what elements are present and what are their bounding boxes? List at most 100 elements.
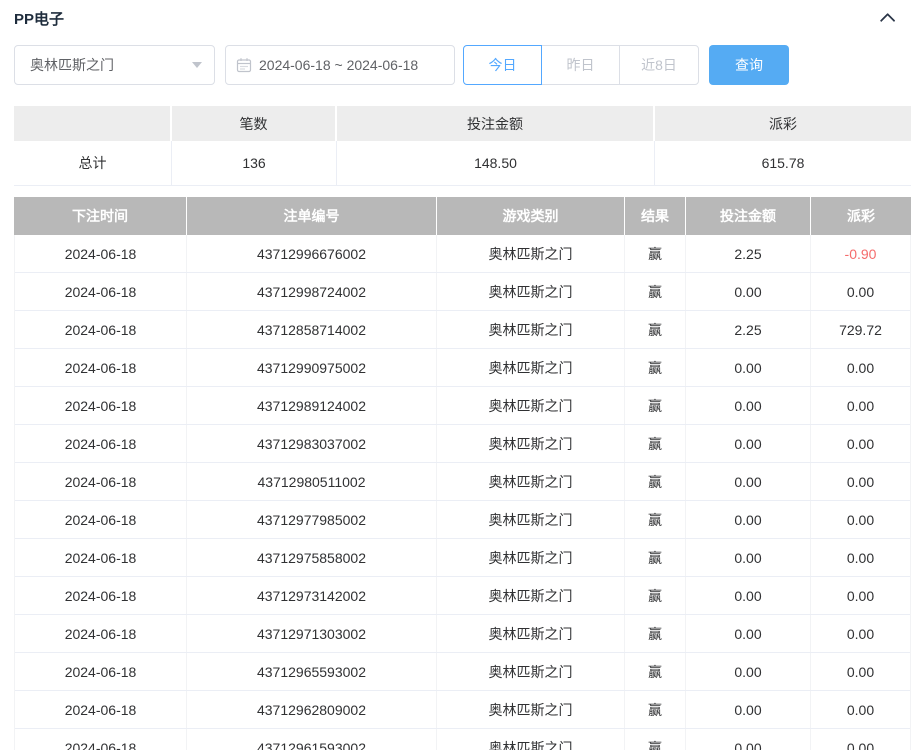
last-8-days-button[interactable]: 近8日 — [619, 45, 699, 85]
table-row: 2024-06-18 43712961593002 奥林匹斯之门 赢 0.00 … — [15, 729, 910, 750]
table-row: 2024-06-18 43712973142002 奥林匹斯之门 赢 0.00 … — [15, 577, 910, 615]
bet-amount-cell: 2.25 — [686, 235, 811, 272]
order-no-cell: 43712965593002 — [187, 653, 437, 690]
summary-total-label: 总计 — [14, 141, 172, 185]
order-no-cell: 43712858714002 — [187, 311, 437, 348]
calendar-icon — [236, 57, 252, 73]
yesterday-button[interactable]: 昨日 — [541, 45, 620, 85]
result-cell: 赢 — [625, 349, 686, 386]
bet-amount-cell: 0.00 — [686, 729, 811, 750]
bet-amount-cell: 0.00 — [686, 539, 811, 576]
order-no-cell: 43712975858002 — [187, 539, 437, 576]
bet-amount-cell: 2.25 — [686, 311, 811, 348]
summary-header-row: 笔数 投注金额 派彩 — [14, 106, 911, 141]
date-range-input[interactable]: 2024-06-18 ~ 2024-06-18 — [225, 45, 455, 85]
bet-time-cell: 2024-06-18 — [15, 653, 187, 690]
summary-payout-value: 615.78 — [655, 141, 911, 185]
date-range-value: 2024-06-18 ~ 2024-06-18 — [259, 57, 418, 73]
search-button[interactable]: 查询 — [709, 45, 789, 85]
game-type-cell: 奥林匹斯之门 — [437, 387, 625, 424]
payout-cell: 0.00 — [811, 387, 910, 424]
result-cell: 赢 — [625, 691, 686, 728]
payout-cell: 0.00 — [811, 691, 910, 728]
bet-amount-cell: 0.00 — [686, 501, 811, 538]
order-no-cell: 43712989124002 — [187, 387, 437, 424]
bet-time-cell: 2024-06-18 — [15, 729, 187, 750]
result-cell: 赢 — [625, 425, 686, 462]
chevron-down-icon — [192, 62, 202, 68]
order-no-cell: 43712971303002 — [187, 615, 437, 652]
filter-bar: 奥林匹斯之门 2024-06-18 ~ 2024-06-18 今日 昨日 近8日 — [14, 45, 899, 85]
bet-amount-cell: 0.00 — [686, 691, 811, 728]
bet-time-cell: 2024-06-18 — [15, 349, 187, 386]
summary-header-count: 笔数 — [172, 106, 337, 141]
header-payout: 派彩 — [811, 197, 911, 235]
game-select-value: 奥林匹斯之门 — [30, 55, 192, 75]
summary-bet-amount-value: 148.50 — [337, 141, 655, 185]
payout-cell: 729.72 — [811, 311, 910, 348]
payout-cell: 0.00 — [811, 615, 910, 652]
result-cell: 赢 — [625, 387, 686, 424]
bet-amount-cell: 0.00 — [686, 387, 811, 424]
table-row: 2024-06-18 43712998724002 奥林匹斯之门 赢 0.00 … — [15, 273, 910, 311]
bet-time-cell: 2024-06-18 — [15, 691, 187, 728]
order-no-cell: 43712990975002 — [187, 349, 437, 386]
today-button[interactable]: 今日 — [463, 45, 542, 85]
bet-amount-cell: 0.00 — [686, 615, 811, 652]
result-cell: 赢 — [625, 273, 686, 310]
result-cell: 赢 — [625, 653, 686, 690]
bet-amount-cell: 0.00 — [686, 653, 811, 690]
payout-cell: 0.00 — [811, 539, 910, 576]
table-row: 2024-06-18 43712971303002 奥林匹斯之门 赢 0.00 … — [15, 615, 910, 653]
table-row: 2024-06-18 43712989124002 奥林匹斯之门 赢 0.00 … — [15, 387, 910, 425]
bet-time-cell: 2024-06-18 — [15, 539, 187, 576]
summary-header-bet-amount: 投注金额 — [337, 106, 655, 141]
bet-time-cell: 2024-06-18 — [15, 577, 187, 614]
bet-time-cell: 2024-06-18 — [15, 501, 187, 538]
game-type-cell: 奥林匹斯之门 — [437, 235, 625, 272]
result-cell: 赢 — [625, 615, 686, 652]
order-no-cell: 43712973142002 — [187, 577, 437, 614]
table-row: 2024-06-18 43712977985002 奥林匹斯之门 赢 0.00 … — [15, 501, 910, 539]
order-no-cell: 43712961593002 — [187, 729, 437, 750]
header-result: 结果 — [625, 197, 686, 235]
order-no-cell: 43712998724002 — [187, 273, 437, 310]
table-row: 2024-06-18 43712990975002 奥林匹斯之门 赢 0.00 … — [15, 349, 910, 387]
order-no-cell: 43712962809002 — [187, 691, 437, 728]
game-type-cell: 奥林匹斯之门 — [437, 691, 625, 728]
bet-amount-cell: 0.00 — [686, 577, 811, 614]
bet-time-cell: 2024-06-18 — [15, 425, 187, 462]
summary-table: 笔数 投注金额 派彩 总计 136 148.50 615.78 — [14, 106, 911, 186]
result-cell: 赢 — [625, 501, 686, 538]
table-row: 2024-06-18 43712975858002 奥林匹斯之门 赢 0.00 … — [15, 539, 910, 577]
collapse-button[interactable] — [871, 6, 899, 30]
bet-time-cell: 2024-06-18 — [15, 463, 187, 500]
game-type-cell: 奥林匹斯之门 — [437, 501, 625, 538]
header-game-type: 游戏类别 — [437, 197, 625, 235]
header-bet-time: 下注时间 — [14, 197, 187, 235]
summary-total-row: 总计 136 148.50 615.78 — [14, 141, 911, 186]
result-cell: 赢 — [625, 577, 686, 614]
summary-count-value: 136 — [172, 141, 337, 185]
game-type-cell: 奥林匹斯之门 — [437, 729, 625, 750]
panel-header: PP电子 — [14, 6, 899, 30]
payout-cell: 0.00 — [811, 425, 910, 462]
game-type-cell: 奥林匹斯之门 — [437, 615, 625, 652]
chevron-up-icon — [879, 12, 895, 28]
game-type-cell: 奥林匹斯之门 — [437, 425, 625, 462]
table-row: 2024-06-18 43712858714002 奥林匹斯之门 赢 2.25 … — [15, 311, 910, 349]
bet-time-cell: 2024-06-18 — [15, 387, 187, 424]
summary-header-blank — [14, 106, 172, 141]
game-type-cell: 奥林匹斯之门 — [437, 349, 625, 386]
bet-time-cell: 2024-06-18 — [15, 235, 187, 272]
table-body: 2024-06-18 43712996676002 奥林匹斯之门 赢 2.25 … — [14, 235, 911, 750]
table-row: 2024-06-18 43712996676002 奥林匹斯之门 赢 2.25 … — [15, 235, 910, 273]
game-select[interactable]: 奥林匹斯之门 — [14, 45, 215, 85]
game-type-cell: 奥林匹斯之门 — [437, 653, 625, 690]
bet-time-cell: 2024-06-18 — [15, 615, 187, 652]
header-bet-amount: 投注金额 — [686, 197, 811, 235]
payout-cell: 0.00 — [811, 729, 910, 750]
payout-cell: -0.90 — [811, 235, 910, 272]
table-row: 2024-06-18 43712980511002 奥林匹斯之门 赢 0.00 … — [15, 463, 910, 501]
table-row: 2024-06-18 43712983037002 奥林匹斯之门 赢 0.00 … — [15, 425, 910, 463]
